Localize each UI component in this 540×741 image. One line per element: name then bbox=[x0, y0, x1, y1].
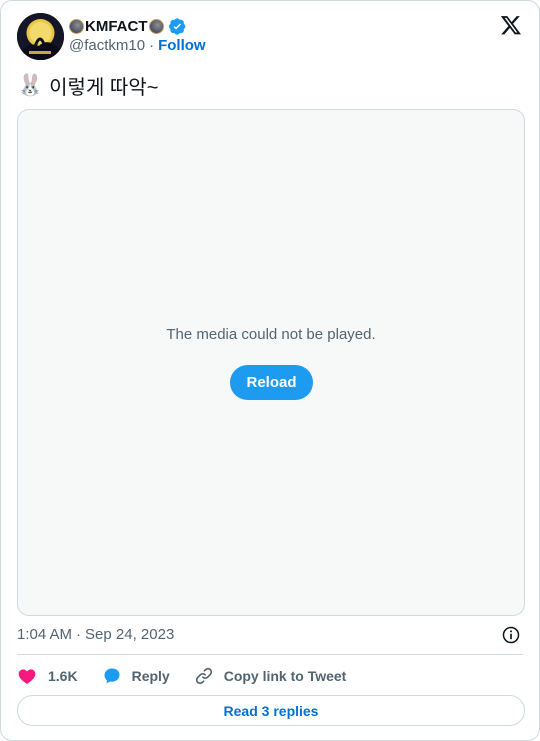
tweet-time[interactable]: 1:04 AM bbox=[17, 626, 72, 643]
author-handle-row: @factkm10 · Follow bbox=[69, 37, 206, 54]
tweet-date[interactable]: Sep 24, 2023 bbox=[85, 626, 174, 643]
moon-icon bbox=[148, 18, 164, 34]
author-handle[interactable]: @factkm10 bbox=[69, 37, 145, 54]
heart-icon bbox=[18, 669, 36, 684]
tweet-embed-card: KMFACT @factkm10 · Follow 🐰 이렇게 따악~ The … bbox=[0, 0, 540, 741]
like-count: 1.6K bbox=[48, 668, 78, 684]
copy-link-action[interactable]: Copy link to Tweet bbox=[194, 666, 347, 686]
author-name-row[interactable]: KMFACT bbox=[69, 16, 186, 36]
like-action[interactable]: 1.6K bbox=[17, 666, 78, 686]
rabbit-emoji: 🐰 bbox=[17, 74, 44, 97]
verified-badge-icon bbox=[168, 17, 185, 35]
media-error-message: The media could not be played. bbox=[166, 326, 376, 343]
read-replies-button[interactable]: Read 3 replies bbox=[17, 695, 525, 726]
x-logo-icon[interactable] bbox=[500, 14, 522, 36]
tweet-body: 이렇게 따악~ bbox=[49, 77, 159, 99]
divider bbox=[17, 654, 523, 655]
tweet-text: 🐰 이렇게 따악~ bbox=[17, 71, 158, 100]
link-icon bbox=[195, 667, 212, 685]
info-icon[interactable] bbox=[501, 625, 521, 645]
reply-bubble-icon bbox=[104, 668, 120, 684]
reply-label: Reply bbox=[131, 668, 170, 684]
avatar[interactable] bbox=[17, 13, 64, 60]
action-bar: 1.6K Reply Copy link to Tweet bbox=[17, 665, 346, 687]
author-display-name[interactable]: KMFACT bbox=[85, 18, 148, 35]
media-container[interactable]: The media could not be played. Reload bbox=[17, 109, 525, 616]
handle-separator: · bbox=[149, 37, 155, 54]
timestamp-separator: · bbox=[76, 626, 82, 643]
follow-link[interactable]: Follow bbox=[158, 37, 206, 54]
reply-action[interactable]: Reply bbox=[102, 666, 170, 686]
moon-icon bbox=[69, 18, 84, 34]
tweet-timestamp[interactable]: 1:04 AM · Sep 24, 2023 bbox=[17, 626, 174, 643]
copy-link-label: Copy link to Tweet bbox=[223, 668, 347, 684]
reload-button[interactable]: Reload bbox=[230, 365, 313, 400]
